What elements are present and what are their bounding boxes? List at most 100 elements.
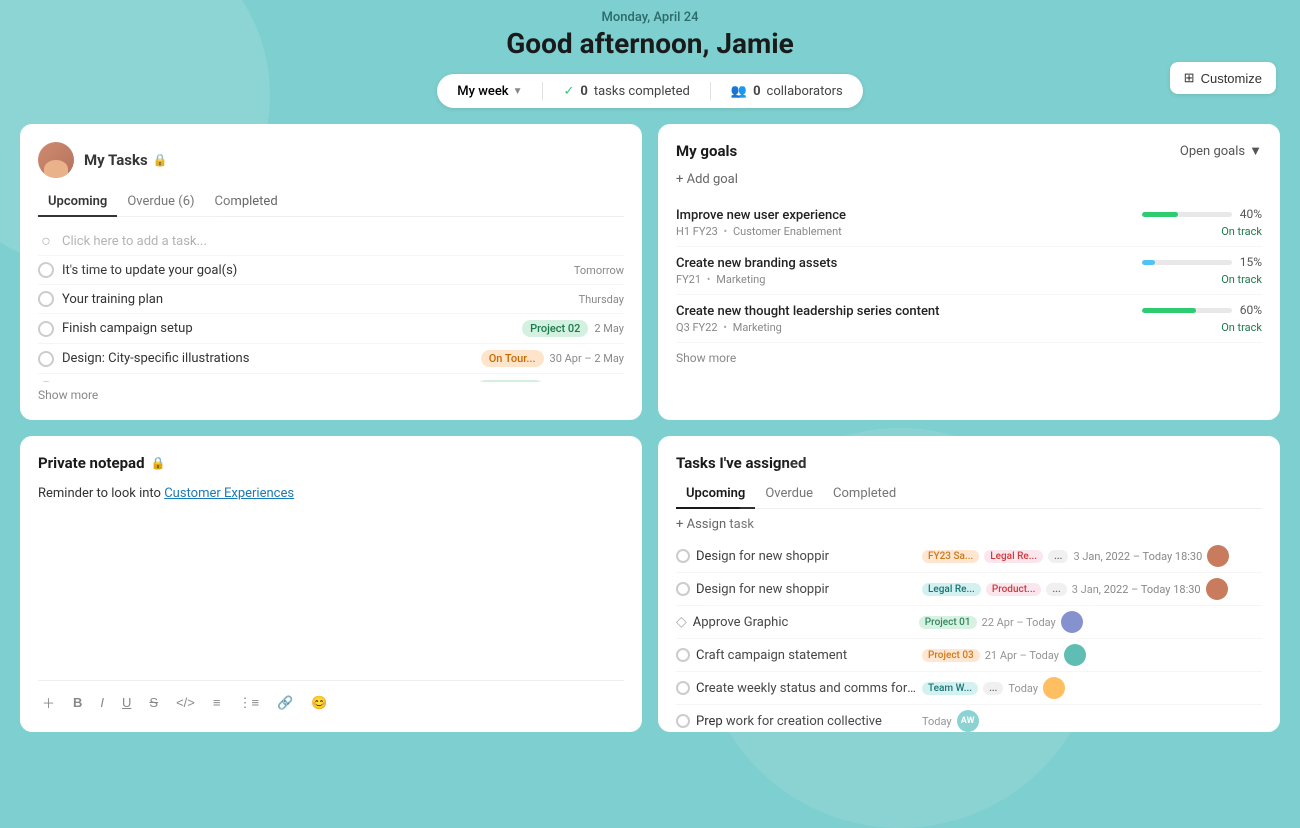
assigned-badge: ... xyxy=(1048,550,1068,563)
customize-button[interactable]: ⊞ Customize xyxy=(1170,62,1276,94)
task-checkbox[interactable] xyxy=(676,549,690,563)
divider2 xyxy=(710,82,711,100)
goal-row[interactable]: Create new thought leadership series con… xyxy=(676,295,1262,343)
my-tasks-tabs: Upcoming Overdue (6) Completed xyxy=(38,188,624,217)
assigned-task-text: Design for new shoppir xyxy=(696,582,916,597)
collaborators-item: 👥 0 collaborators xyxy=(731,84,843,99)
tab-overdue[interactable]: Overdue (6) xyxy=(117,188,204,217)
assigned-date: 3 Jan, 2022 – Today 18:30 xyxy=(1073,550,1202,563)
toolbar-bold-btn[interactable]: B xyxy=(69,693,86,712)
tab-assigned-upcoming[interactable]: Upcoming xyxy=(676,480,755,509)
assigned-task-meta: Team W...... Today xyxy=(922,677,1065,699)
goal-info: Create new thought leadership series con… xyxy=(676,304,1130,334)
assignee-avatar xyxy=(1064,644,1086,666)
tasks-completed-item: ✓ 0 tasks completed xyxy=(563,84,689,99)
assigned-badge: ... xyxy=(983,682,1003,695)
show-more-goals[interactable]: Show more xyxy=(676,351,1262,365)
assigned-date: 22 Apr – Today xyxy=(982,616,1056,629)
toolbar-ordered-list-btn[interactable]: ⋮≡ xyxy=(234,693,263,713)
toolbar-italic-btn[interactable]: I xyxy=(96,693,108,712)
assigned-header: Tasks I've assigned xyxy=(676,454,1262,472)
assigned-task-text: Design for new shoppir xyxy=(696,549,916,564)
assigned-task-row[interactable]: Design for new shoppir FY23 Sa...Legal R… xyxy=(676,540,1262,573)
assigned-task-row[interactable]: ◇ Approve Graphic Project 01 22 Apr – To… xyxy=(676,606,1262,639)
my-tasks-card: My Tasks 🔒 Upcoming Overdue (6) Complete… xyxy=(20,124,642,420)
assigned-task-row[interactable]: Create weekly status and comms for stake… xyxy=(676,672,1262,705)
task-row[interactable]: Prepare briefing Project 02 28 Apr – 3 M… xyxy=(38,374,624,382)
goal-row[interactable]: Improve new user experience H1 FY23 • Cu… xyxy=(676,199,1262,247)
task-checkbox[interactable] xyxy=(38,262,54,278)
add-goal-button[interactable]: + Add goal xyxy=(676,172,1262,187)
task-checkbox[interactable] xyxy=(676,681,690,695)
assigned-badge: Team W... xyxy=(922,682,978,695)
header-greeting: Good afternoon, Jamie xyxy=(0,27,1300,60)
assign-task-button[interactable]: + Assign task xyxy=(676,517,1262,532)
task-date: Thursday xyxy=(579,293,624,306)
toolbar-link-btn[interactable]: 🔗 xyxy=(273,693,297,713)
goal-row[interactable]: Create new branding assets FY21 • Market… xyxy=(676,247,1262,295)
goals-title: My goals xyxy=(676,142,737,160)
toolbar-add-btn[interactable]: ＋ xyxy=(38,691,59,714)
tab-upcoming[interactable]: Upcoming xyxy=(38,188,117,217)
task-badge: Project 02 xyxy=(522,320,588,337)
assigned-task-text: Approve Graphic xyxy=(693,615,913,630)
header-date: Monday, April 24 xyxy=(0,10,1300,25)
notepad-title: Private notepad xyxy=(38,454,145,472)
assignee-avatar xyxy=(1043,677,1065,699)
customize-icon: ⊞ xyxy=(1184,70,1195,86)
assigned-badge: Project 01 xyxy=(919,616,977,629)
assigned-task-meta: Project 01 22 Apr – Today xyxy=(919,611,1083,633)
assigned-badge: Product... xyxy=(986,583,1042,596)
task-text: Design: City-specific illustrations xyxy=(62,351,473,366)
toolbar-list-btn[interactable]: ≡ xyxy=(209,693,225,712)
week-selector[interactable]: My week ▼ xyxy=(457,84,522,99)
tab-completed[interactable]: Completed xyxy=(205,188,288,217)
assigned-task-meta: FY23 Sa...Legal Re...... 3 Jan, 2022 – T… xyxy=(922,545,1229,567)
collaborators-count: 0 xyxy=(753,84,760,99)
goal-info: Improve new user experience H1 FY23 • Cu… xyxy=(676,208,1130,238)
task-meta: Thursday xyxy=(579,293,624,306)
assigned-date: Today xyxy=(922,715,952,728)
assignee-avatar xyxy=(1061,611,1083,633)
add-task-row[interactable]: ○ Click here to add a task... xyxy=(38,227,624,256)
assigned-task-row[interactable]: Craft campaign statement Project 03 21 A… xyxy=(676,639,1262,672)
task-checkbox[interactable] xyxy=(38,381,54,383)
week-bar: My week ▼ ✓ 0 tasks completed 👥 0 collab… xyxy=(0,74,1300,108)
progress-bar xyxy=(1142,308,1232,313)
assigned-task-meta: Today AW xyxy=(922,710,979,732)
my-tasks-title-group: My Tasks 🔒 xyxy=(84,151,168,169)
task-badge: On Tour... xyxy=(481,350,544,367)
task-checkbox[interactable] xyxy=(38,351,54,367)
task-row[interactable]: Finish campaign setup Project 02 2 May xyxy=(38,314,624,344)
task-text: Finish campaign setup xyxy=(62,321,514,336)
goal-status: On track xyxy=(1221,225,1262,238)
show-more-tasks[interactable]: Show more xyxy=(38,388,624,402)
toolbar-strikethrough-btn[interactable]: S xyxy=(145,693,162,712)
task-checkbox[interactable] xyxy=(676,582,690,596)
goal-progress-group: 15% On track xyxy=(1142,255,1262,286)
task-date: 2 May xyxy=(594,322,624,335)
assigned-badge: Legal Re... xyxy=(922,583,981,596)
tab-assigned-completed[interactable]: Completed xyxy=(823,480,906,509)
goal-sub: FY21 • Marketing xyxy=(676,273,1130,286)
user-initials: AW xyxy=(957,710,979,732)
notepad-body[interactable]: Reminder to look into Customer Experienc… xyxy=(38,484,624,680)
toolbar-emoji-btn[interactable]: 😊 xyxy=(307,693,331,713)
task-row[interactable]: Your training plan Thursday xyxy=(38,285,624,314)
task-checkbox[interactable] xyxy=(38,321,54,337)
task-row[interactable]: Design: City-specific illustrations On T… xyxy=(38,344,624,374)
task-checkbox[interactable] xyxy=(38,291,54,307)
assigned-task-row[interactable]: Design for new shoppir Legal Re... Produc… xyxy=(676,573,1262,606)
toolbar-code-btn[interactable]: </> xyxy=(172,693,199,712)
task-row[interactable]: It's time to update your goal(s) Tomorro… xyxy=(38,256,624,285)
toolbar-underline-btn[interactable]: U xyxy=(118,693,135,712)
task-checkbox[interactable] xyxy=(676,714,690,728)
task-checkbox[interactable] xyxy=(676,648,690,662)
open-goals-btn[interactable]: Open goals ▼ xyxy=(1180,143,1262,159)
notepad-link[interactable]: Customer Experiences xyxy=(164,486,294,501)
milestone-icon: ◇ xyxy=(676,614,687,630)
notepad-toolbar: ＋ B I U S </> ≡ ⋮≡ 🔗 😊 xyxy=(38,680,624,714)
tab-assigned-overdue[interactable]: Overdue xyxy=(755,480,823,509)
goal-name: Create new branding assets xyxy=(676,256,1130,271)
goal-name: Create new thought leadership series con… xyxy=(676,304,1130,319)
